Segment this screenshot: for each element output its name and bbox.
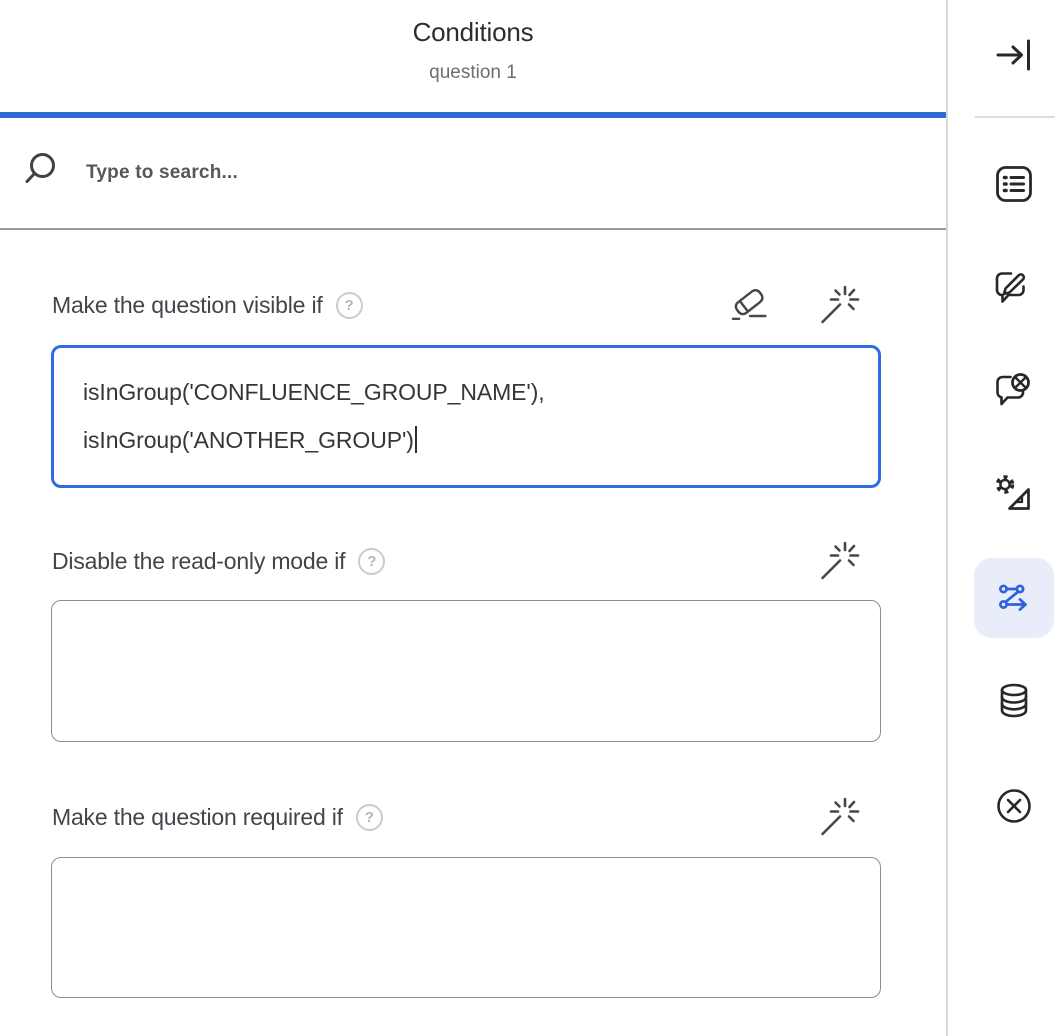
search-input[interactable] xyxy=(84,161,784,185)
toolbar-divider xyxy=(975,116,1055,118)
sidebar-item-design-tools[interactable] xyxy=(986,466,1042,522)
sidebar-item-close[interactable] xyxy=(986,778,1042,834)
section-label: Make the question required if xyxy=(52,804,343,831)
help-icon[interactable]: ? xyxy=(356,804,383,831)
eraser-icon[interactable] xyxy=(729,285,775,325)
condition-expression: isInGroup('CONFLUENCE_GROUP_NAME'), isIn… xyxy=(83,379,545,453)
right-toolbar xyxy=(946,0,1062,1036)
magic-wand-icon[interactable] xyxy=(819,796,861,838)
condition-input-readonly[interactable] xyxy=(51,600,881,742)
search-bar[interactable] xyxy=(0,118,946,230)
search-icon xyxy=(23,151,67,195)
section-label: Disable the read-only mode if xyxy=(52,548,345,575)
conditions-panel: Conditions question 1 Make the question … xyxy=(0,0,946,1036)
sidebar-item-data-source[interactable] xyxy=(986,674,1042,730)
condition-input-required[interactable] xyxy=(51,857,881,998)
section-header-visible: Make the question visible if ? xyxy=(52,285,881,325)
section-header-required: Make the question required if ? xyxy=(52,797,881,837)
page-subtitle: question 1 xyxy=(0,62,946,84)
condition-input-visible[interactable]: isInGroup('CONFLUENCE_GROUP_NAME'), isIn… xyxy=(51,345,881,488)
text-caret xyxy=(415,426,417,453)
form-fields-icon xyxy=(992,162,1036,206)
conditions-icon xyxy=(992,576,1036,620)
sidebar-item-form-fields[interactable] xyxy=(986,156,1042,212)
section-header-readonly: Disable the read-only mode if ? xyxy=(52,541,881,581)
page-title: Conditions xyxy=(0,17,946,48)
help-icon[interactable]: ? xyxy=(336,292,363,319)
sidebar-item-conditions[interactable] xyxy=(974,558,1054,638)
comment-edit-icon xyxy=(992,266,1036,310)
design-tools-icon xyxy=(992,472,1036,516)
section-label: Make the question visible if xyxy=(52,292,323,319)
sidebar-item-collapse[interactable] xyxy=(986,27,1042,83)
sidebar-item-comment-language[interactable] xyxy=(986,364,1042,420)
magic-wand-icon[interactable] xyxy=(819,284,861,326)
help-icon[interactable]: ? xyxy=(358,548,385,575)
comment-language-icon xyxy=(992,370,1036,414)
sidebar-item-comment-edit[interactable] xyxy=(986,260,1042,316)
database-icon xyxy=(992,680,1036,724)
close-circle-icon xyxy=(992,784,1036,828)
magic-wand-icon[interactable] xyxy=(819,540,861,582)
collapse-right-icon xyxy=(992,33,1036,77)
